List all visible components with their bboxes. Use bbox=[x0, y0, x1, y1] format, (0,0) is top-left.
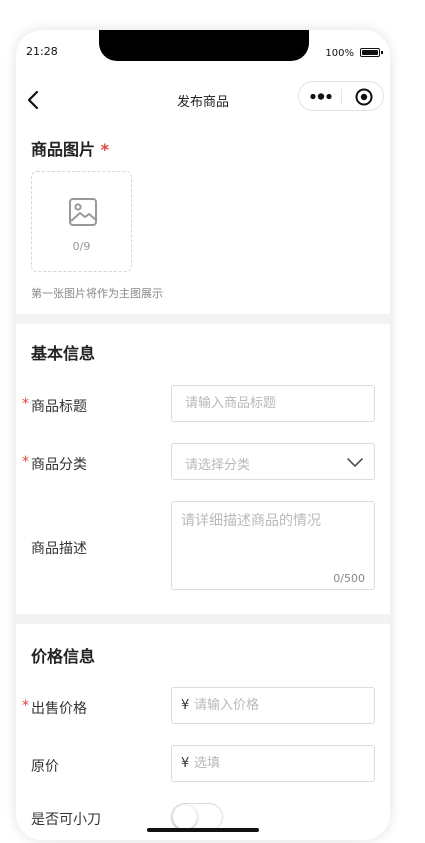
price-info-section: 价格信息 * 出售价格 ¥ 原价 ¥ 是否可小刀 bbox=[16, 624, 390, 840]
product-title-label: * 商品标题 bbox=[22, 396, 87, 416]
toggle-knob bbox=[173, 805, 197, 829]
form-content: 商品图片 * 0/9 第一张图片将作为主图展示 基本信息 * 商品标题 请输入商… bbox=[16, 122, 390, 840]
sale-price-label: * 出售价格 bbox=[22, 698, 87, 718]
description-counter: 0/500 bbox=[333, 572, 365, 585]
image-icon bbox=[69, 198, 97, 226]
sale-price-input[interactable] bbox=[194, 688, 364, 723]
category-label: * 商品分类 bbox=[22, 454, 87, 474]
nav-bar: 发布商品 bbox=[16, 78, 390, 122]
required-mark: * bbox=[100, 140, 109, 159]
currency-symbol: ¥ bbox=[181, 698, 190, 713]
status-bar: 21:28 100% bbox=[16, 30, 390, 78]
original-price-input[interactable] bbox=[194, 746, 364, 781]
category-placeholder: 请选择分类 bbox=[185, 458, 251, 473]
more-dots-icon[interactable] bbox=[309, 89, 335, 104]
original-price-field: ¥ bbox=[171, 745, 375, 782]
product-title-label-text: 商品标题 bbox=[31, 399, 87, 415]
basic-info-title: 基本信息 bbox=[31, 344, 96, 363]
category-select[interactable]: 请选择分类 bbox=[171, 443, 375, 480]
sale-price-label-text: 出售价格 bbox=[31, 701, 87, 717]
image-section-title: 商品图片 * bbox=[31, 136, 109, 160]
battery-percent: 100% bbox=[325, 48, 354, 59]
category-label-text: 商品分类 bbox=[31, 457, 87, 473]
status-time: 21:28 bbox=[26, 45, 58, 58]
bargain-toggle[interactable] bbox=[171, 803, 223, 831]
capsule-divider bbox=[341, 89, 342, 104]
sale-price-field: ¥ bbox=[171, 687, 375, 724]
image-upload-button[interactable]: 0/9 bbox=[31, 171, 132, 272]
notch bbox=[99, 30, 309, 61]
phone-frame: 21:28 100% 发布商品 商品图片 * 0/9 第一张图片将作为主图展示 … bbox=[16, 30, 390, 840]
image-count: 0/9 bbox=[72, 240, 91, 253]
home-indicator bbox=[147, 828, 259, 832]
product-title-field bbox=[171, 385, 375, 422]
mini-program-capsule bbox=[298, 81, 384, 111]
close-target-icon[interactable] bbox=[354, 87, 374, 107]
bargain-label: 是否可小刀 bbox=[31, 812, 101, 828]
required-mark: * bbox=[22, 698, 29, 714]
image-section-title-text: 商品图片 bbox=[31, 140, 96, 159]
required-mark: * bbox=[22, 454, 29, 470]
product-title-input[interactable] bbox=[185, 386, 365, 421]
price-info-title: 价格信息 bbox=[31, 647, 96, 666]
battery-icon bbox=[360, 48, 383, 57]
original-price-label: 原价 bbox=[31, 759, 59, 775]
chevron-down-icon bbox=[347, 458, 363, 467]
image-hint: 第一张图片将作为主图展示 bbox=[31, 287, 163, 300]
currency-symbol: ¥ bbox=[181, 756, 190, 771]
description-field: 0/500 bbox=[171, 501, 375, 590]
description-textarea[interactable] bbox=[181, 510, 365, 565]
basic-info-section: 基本信息 * 商品标题 * 商品分类 请选择分类 商品描述 0/5 bbox=[16, 324, 390, 614]
description-label: 商品描述 bbox=[31, 541, 87, 557]
image-section: 商品图片 * 0/9 第一张图片将作为主图展示 bbox=[16, 122, 390, 314]
required-mark: * bbox=[22, 396, 29, 412]
